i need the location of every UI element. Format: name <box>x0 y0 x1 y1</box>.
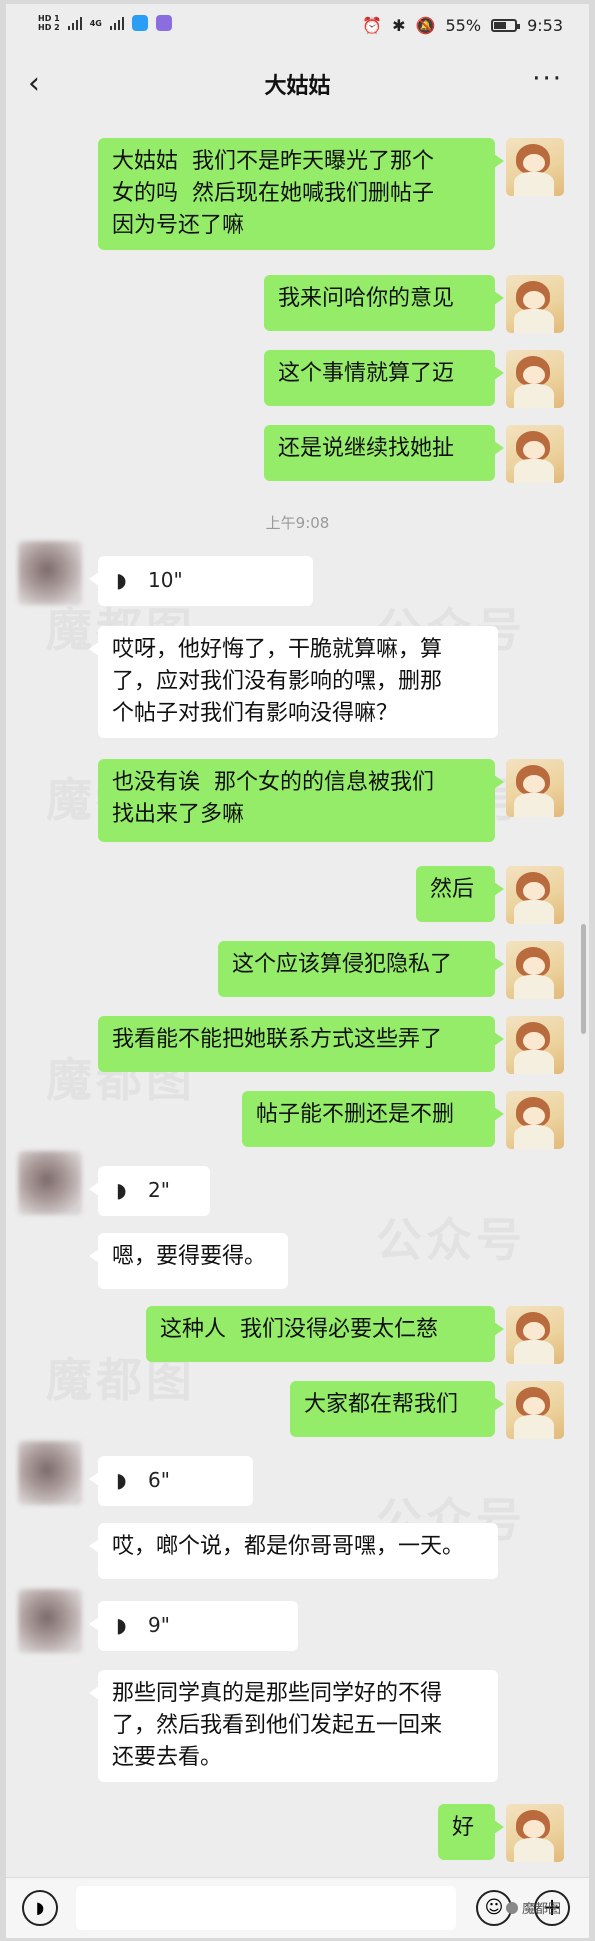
watermark: 公众号 <box>376 1204 526 1270</box>
timestamp: 上午9:08 <box>265 514 330 532</box>
message-input[interactable] <box>76 1886 456 1930</box>
my-avatar[interactable] <box>506 941 564 999</box>
alarm-icon: ⏰ <box>362 16 383 35</box>
my-avatar[interactable] <box>506 1016 564 1074</box>
my-avatar[interactable] <box>506 138 564 196</box>
app-notification-icon <box>131 15 148 31</box>
message-bubble-sent[interactable]: 帖子能不删还是不删 <box>242 1091 504 1147</box>
my-avatar[interactable] <box>506 275 564 333</box>
battery-icon <box>491 19 521 32</box>
message-bubble-received[interactable]: 嗯，要得要得。 <box>89 1233 288 1289</box>
mute-icon: 🔕 <box>415 16 436 35</box>
contact-avatar[interactable] <box>18 541 82 605</box>
message-bubble-sent[interactable]: 这个应该算侵犯隐私了 <box>218 941 504 997</box>
my-avatar[interactable] <box>506 350 564 408</box>
message-bubble-sent[interactable]: 然后 <box>416 866 504 922</box>
message-bubble-received[interactable]: 哎呀，他好悔了，干脆就算嘛，算 了，应对我们没有影响的嘿，删那 个帖子对我们有影… <box>89 626 498 738</box>
contact-avatar[interactable] <box>18 1151 82 1215</box>
message-bubble-sent[interactable]: 大姑姑 我们不是昨天曝光了那个 女的吗 然后现在她喊我们删帖子 因为号还了嘛 <box>98 138 504 250</box>
voice-message[interactable]: ◗ 6" <box>89 1456 253 1506</box>
message-bubble-sent[interactable]: 好 <box>438 1804 504 1860</box>
source-credit: 魔都图 <box>505 1898 561 1917</box>
message-bubble-received[interactable]: 那些同学真的是那些同学好的不得 了，然后我看到他们发起五一回来 还要去看。 <box>89 1670 498 1782</box>
voice-wave-icon: ◗ <box>116 1468 127 1492</box>
voice-duration: 2" <box>148 1178 170 1202</box>
signal-icon <box>67 16 82 30</box>
voice-message[interactable]: ◗ 2" <box>89 1166 210 1216</box>
chat-title: 大姑姑 <box>264 74 331 99</box>
more-dots-icon[interactable]: ··· <box>532 64 563 94</box>
input-bar: ◗ ☺ + 魔都图 <box>6 1877 589 1938</box>
hd1-label: HD 1 <box>38 14 60 23</box>
message-bubble-sent[interactable]: 还是说继续找她扯 <box>264 425 504 481</box>
my-avatar[interactable] <box>506 1381 564 1439</box>
voice-wave-icon: ◗ <box>116 1613 127 1637</box>
my-avatar[interactable] <box>506 1091 564 1149</box>
contact-avatar[interactable] <box>18 1441 82 1505</box>
chat-screen: 魔都图 公众号 魔都图 公众号 魔都图 公众号 魔都图 公众号 HD 1 HD … <box>6 4 589 1938</box>
my-avatar[interactable] <box>506 1306 564 1364</box>
credit-label: 魔都图 <box>521 1902 561 1917</box>
signal-icon <box>109 16 124 30</box>
voice-duration: 6" <box>148 1468 170 1492</box>
scrollbar[interactable] <box>581 924 586 1034</box>
message-bubble-sent[interactable]: 我看能不能把她联系方式这些弄了 <box>98 1016 504 1072</box>
my-avatar[interactable] <box>506 866 564 924</box>
voice-wave-icon[interactable]: ◗ <box>22 1890 58 1926</box>
voice-duration: 10" <box>148 568 183 592</box>
bluetooth-icon: ✱ <box>392 16 406 35</box>
voice-wave-icon: ◗ <box>116 1178 127 1202</box>
contact-avatar[interactable] <box>18 1589 82 1653</box>
hd2-label: HD 2 <box>38 23 60 32</box>
message-bubble-sent[interactable]: 这种人 我们没得必要太仁慈 <box>146 1306 504 1362</box>
message-bubble-received[interactable]: 哎，啷个说，都是你哥哥嘿，一天。 <box>89 1523 498 1579</box>
my-avatar[interactable] <box>506 759 564 817</box>
voice-message[interactable]: ◗ 10" <box>89 556 313 606</box>
app-notification-icon <box>155 15 172 31</box>
message-bubble-sent[interactable]: 这个事情就算了迈 <box>264 350 504 406</box>
voice-wave-icon: ◗ <box>116 568 127 592</box>
message-bubble-sent[interactable]: 也没有诶 那个女的的信息被我们 找出来了多嘛 <box>98 759 504 842</box>
chat-header: ‹ 大姑姑 ··· <box>6 48 589 120</box>
clock: 9:53 <box>527 16 563 35</box>
voice-duration: 9" <box>148 1613 170 1637</box>
network-label: 4G <box>89 18 102 28</box>
message-bubble-sent[interactable]: 大家都在帮我们 <box>290 1381 504 1437</box>
my-avatar[interactable] <box>506 425 564 483</box>
voice-message[interactable]: ◗ 9" <box>89 1601 298 1651</box>
wechat-icon <box>505 1901 518 1914</box>
my-avatar[interactable] <box>506 1804 564 1862</box>
message-bubble-sent[interactable]: 我来问哈你的意见 <box>264 275 504 331</box>
status-bar: HD 1 HD 2 4G ⏰ ✱ 🔕 55% 9:53 <box>6 4 589 48</box>
battery-percent: 55% <box>445 16 482 35</box>
